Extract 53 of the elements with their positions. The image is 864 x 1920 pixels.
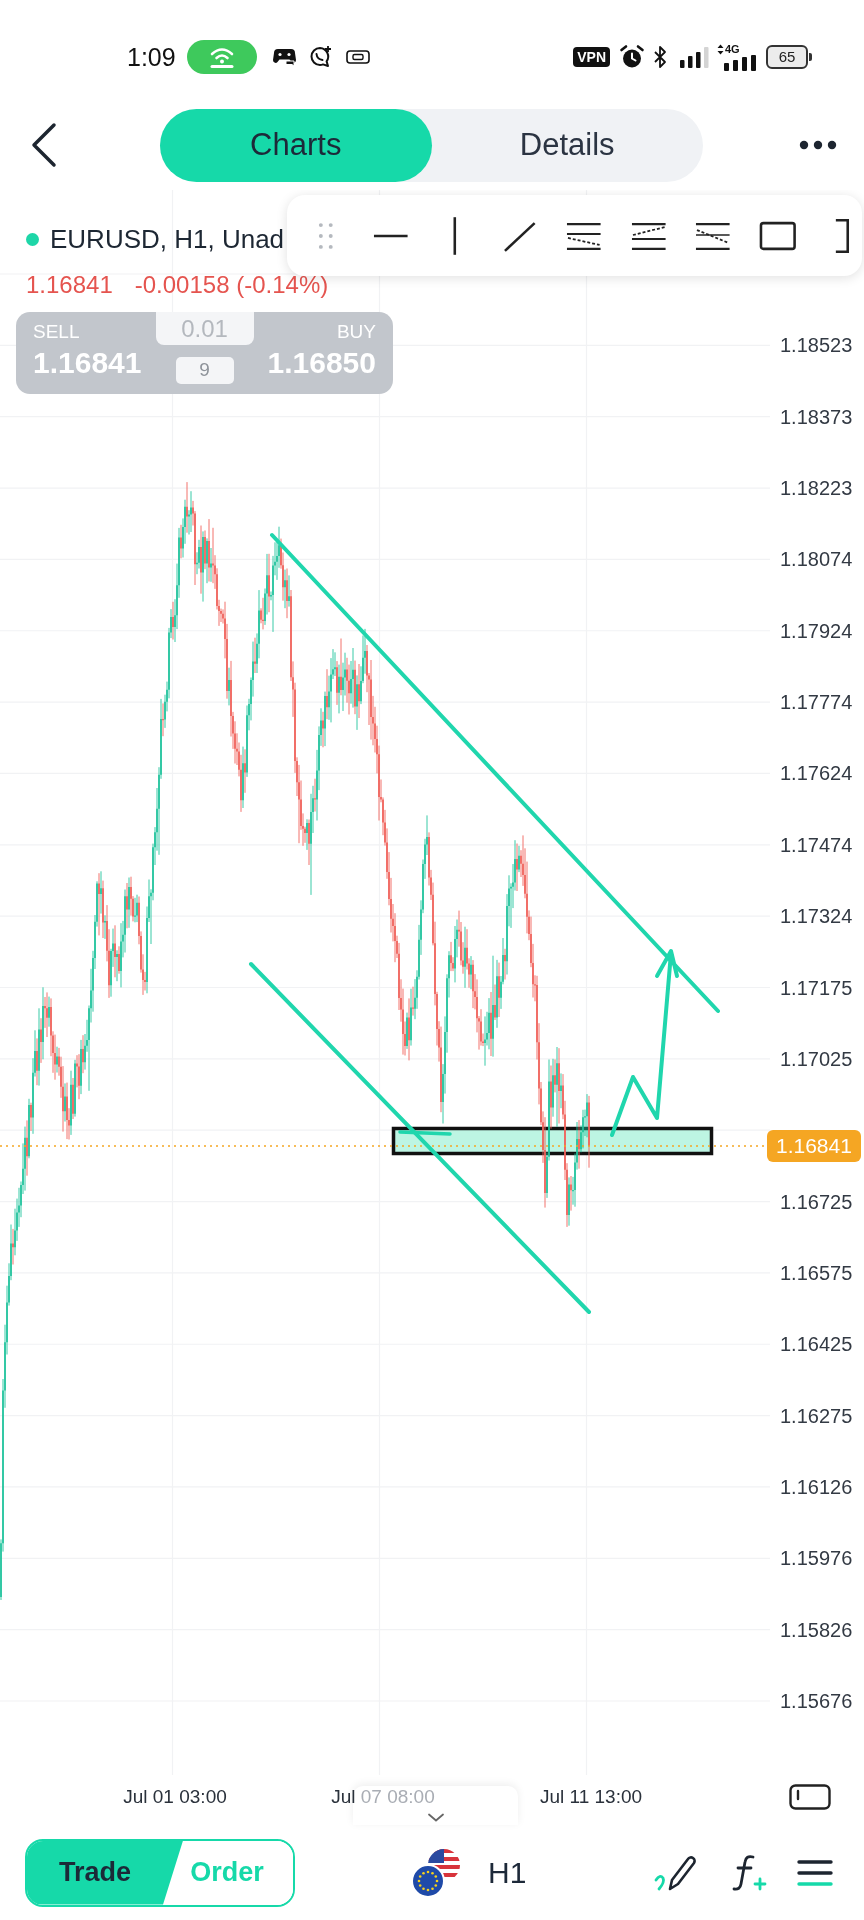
price-axis-label: 1.18074 (780, 547, 853, 572)
price-axis-label: 1.17324 (780, 904, 853, 929)
function-icon[interactable] (731, 1852, 767, 1893)
price-axis-label: 1.16425 (780, 1332, 853, 1357)
panel-icon[interactable] (789, 1784, 831, 1810)
chat-icon (308, 45, 333, 69)
spread-indicator: 9 (175, 357, 234, 384)
card-icon (345, 50, 370, 64)
price-axis-label: 1.16725 (780, 1189, 853, 1214)
price-axis-label: 1.17924 (780, 618, 853, 643)
price-axis-label: 1.18373 (780, 404, 853, 429)
price-change: -0.00158 (-0.14%) (134, 270, 329, 300)
signal-icon (679, 46, 709, 68)
status-dot-icon (26, 232, 39, 246)
battery-indicator: 65 (766, 45, 812, 69)
vpn-badge: VPN (573, 47, 610, 67)
back-icon[interactable] (30, 122, 58, 168)
last-price: 1.16841 (26, 270, 113, 300)
bluetooth-icon (653, 45, 667, 69)
alarm-clock-icon (619, 44, 645, 70)
price-axis-label: 1.17025 (780, 1046, 853, 1071)
time-axis-label: Jul 01 03:00 (123, 1785, 227, 1807)
price-axis-label: 1.15976 (780, 1546, 853, 1571)
price-axis-label: 1.18523 (780, 333, 853, 358)
price-axis-label: 1.16126 (780, 1474, 853, 1499)
more-icon[interactable] (799, 140, 837, 150)
price-axis-label: 1.16575 (780, 1260, 853, 1285)
pull-handle[interactable] (353, 1786, 518, 1825)
menu-icon[interactable] (797, 1858, 833, 1887)
hotspot-icon (186, 40, 257, 74)
view-tab[interactable]: Details (431, 108, 703, 182)
data-arrows-icon (717, 43, 724, 55)
time-axis-label: Jul 07 08:00 (331, 1785, 435, 1807)
price-axis-label: 1.17474 (780, 832, 853, 857)
symbol-title: EURUSD, H1, Unad (50, 223, 285, 255)
price-axis-label: 1.15676 (780, 1689, 853, 1713)
current-price-tag: 1.16841 (767, 1130, 861, 1162)
price-axis-label: 1.15826 (780, 1617, 853, 1642)
timeframe-button[interactable]: H1 (488, 1854, 527, 1891)
chevron-down-icon (426, 1813, 445, 1822)
clock-time: 1:09 (127, 42, 176, 72)
gamepad-icon (271, 47, 297, 67)
time-axis-label: Jul 11 13:00 (539, 1785, 643, 1807)
price-axis-label: 1.17774 (780, 690, 853, 715)
price-axis-label: 1.17624 (780, 761, 853, 786)
price-axis-label: 1.16275 (780, 1403, 853, 1428)
price-axis-label: 1.17175 (780, 975, 853, 1000)
view-tab[interactable]: Charts (160, 108, 432, 182)
cellular-signal-icon (723, 55, 757, 71)
price-axis-label: 1.18223 (780, 476, 853, 501)
level-line (398, 1130, 452, 1136)
mode-tab[interactable]: Trade (27, 1840, 183, 1905)
network-type-label: 4G (725, 43, 740, 55)
